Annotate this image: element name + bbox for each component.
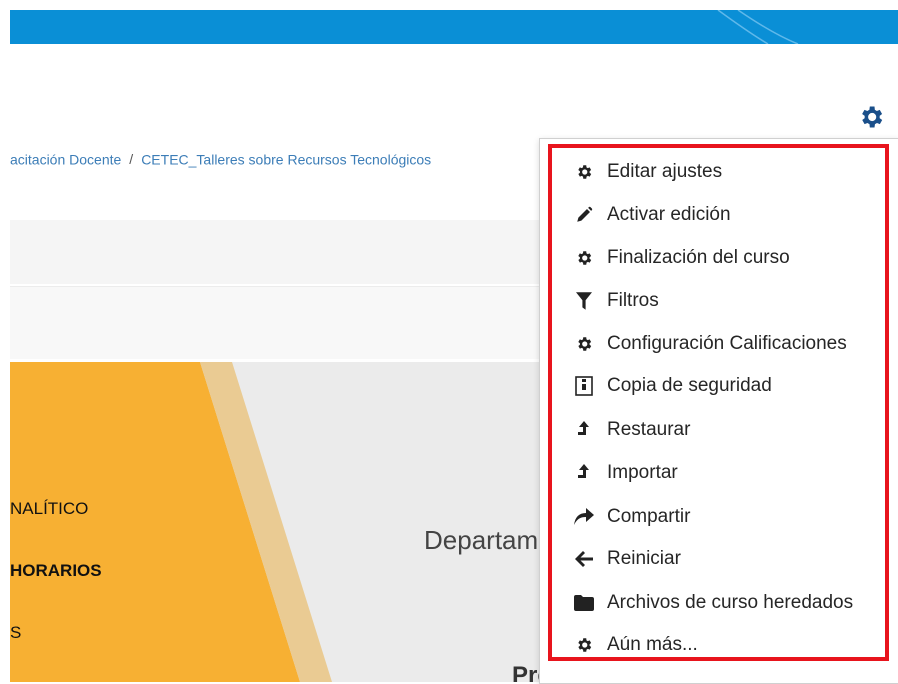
breadcrumb-separator: /	[129, 151, 134, 168]
breadcrumb-item-cetec[interactable]: CETEC_Talleres sobre Recursos Tecnológic…	[141, 151, 431, 167]
breadcrumb: acitación Docente / CETEC_Talleres sobre R…	[10, 150, 540, 172]
red-highlight-box	[548, 144, 889, 661]
top-navbar	[10, 10, 898, 44]
banner-line-analitico: NALÍTICO	[10, 499, 89, 518]
navbar-decoration	[717, 10, 799, 44]
course-settings-gear-icon[interactable]	[857, 103, 885, 131]
banner-professor: Profesor Responsable	[512, 662, 540, 682]
course-banner: NALÍTICO HORARIOS S Departam Profesor Re…	[10, 362, 540, 682]
course-subheader-strip	[10, 286, 540, 359]
banner-shapes	[10, 362, 332, 682]
breadcrumb-item-capacitacion[interactable]: acitación Docente	[10, 151, 121, 167]
course-header-strip	[10, 220, 540, 284]
banner-line-s: S	[10, 623, 22, 642]
banner-department: Departam	[424, 525, 539, 555]
banner-line-horarios: HORARIOS	[10, 561, 102, 580]
